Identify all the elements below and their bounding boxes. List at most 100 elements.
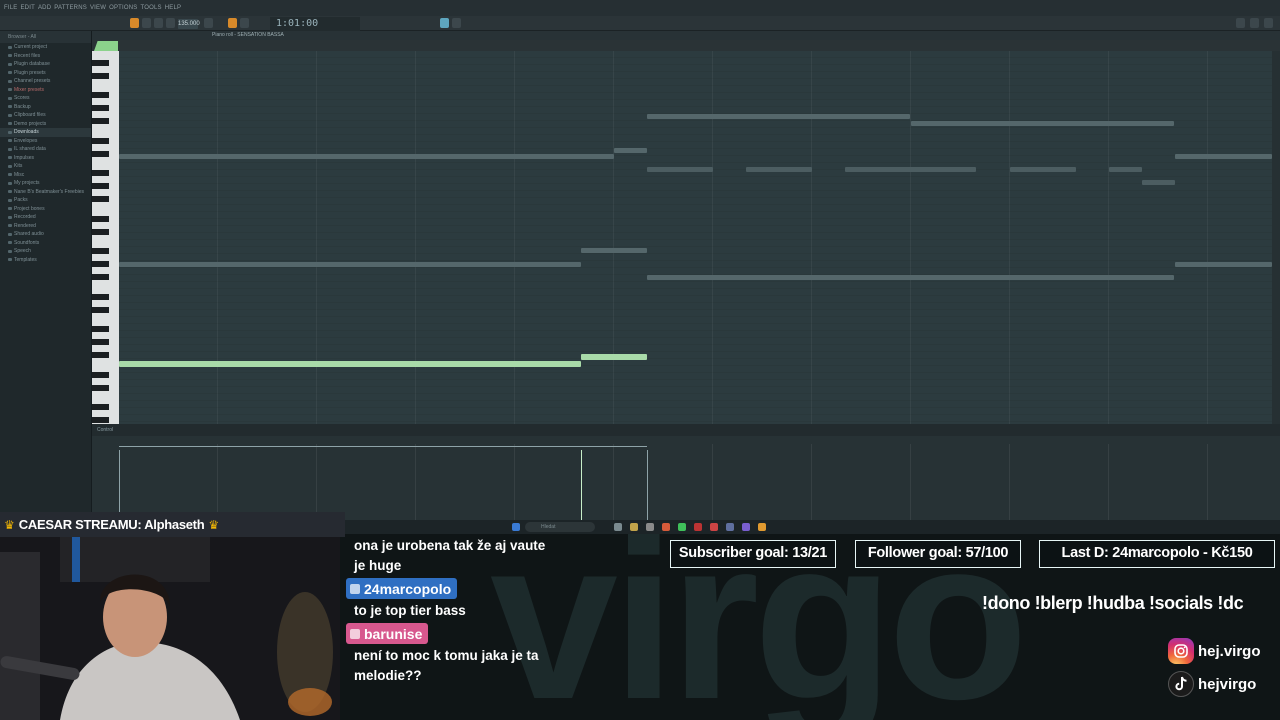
black-key[interactable] — [92, 371, 109, 378]
velocity-bar[interactable] — [119, 450, 120, 520]
folder-icon[interactable] — [630, 523, 638, 531]
browser-item[interactable]: Soundfonts — [0, 239, 91, 248]
black-key[interactable] — [92, 183, 109, 189]
menu-item-edit[interactable]: EDIT — [20, 5, 34, 11]
browser-item[interactable]: Packs — [0, 196, 91, 205]
black-key[interactable] — [92, 92, 109, 98]
black-key[interactable] — [92, 293, 109, 300]
browser-item[interactable]: Demo projects — [0, 120, 91, 129]
black-key[interactable] — [92, 105, 109, 111]
record-button[interactable] — [166, 18, 175, 28]
black-key[interactable] — [92, 248, 109, 254]
piano-keyboard[interactable] — [92, 51, 119, 424]
stop-button[interactable] — [154, 18, 163, 28]
browser-item[interactable]: Backup — [0, 103, 91, 112]
browser-item[interactable]: Channel presets — [0, 77, 91, 86]
channel-rack-icon[interactable] — [452, 18, 461, 28]
app-icon[interactable] — [726, 523, 734, 531]
pattern-song-toggle[interactable] — [130, 18, 139, 28]
velocity-lane[interactable] — [92, 436, 1280, 520]
menu-item-patterns[interactable]: PATTERNS — [54, 5, 87, 11]
screen: FILE EDIT ADD PATTERNS VIEW OPTIONS TOOLS HELP … — [0, 0, 1280, 720]
black-key[interactable] — [92, 72, 109, 79]
timeline-marker-icon[interactable] — [94, 41, 118, 51]
minimize-icon[interactable] — [1236, 18, 1245, 28]
snap-icon[interactable] — [228, 18, 237, 28]
black-key[interactable] — [92, 326, 109, 332]
browser-item[interactable]: Shared audio — [0, 230, 91, 239]
menu-item-tools[interactable]: TOOLS — [141, 5, 162, 11]
app-icon[interactable] — [614, 523, 622, 531]
black-key[interactable] — [92, 384, 109, 391]
browser-item[interactable]: Templates — [0, 256, 91, 265]
play-button[interactable] — [142, 18, 151, 28]
black-key[interactable] — [92, 215, 109, 222]
black-key[interactable] — [92, 306, 109, 313]
browser-item[interactable]: Scores — [0, 94, 91, 103]
loop-icon[interactable] — [240, 18, 249, 28]
black-key[interactable] — [92, 118, 109, 124]
black-key[interactable] — [92, 137, 109, 144]
black-key[interactable] — [92, 339, 109, 345]
note-grid[interactable] — [119, 51, 1272, 424]
menu-item-help[interactable]: HELP — [165, 5, 181, 11]
velocity-bar[interactable] — [581, 450, 582, 520]
close-icon[interactable] — [1264, 18, 1273, 28]
browser-item[interactable]: Kits — [0, 162, 91, 171]
black-key[interactable] — [92, 196, 109, 202]
browser-item[interactable]: Project bones — [0, 205, 91, 214]
black-key[interactable] — [92, 261, 109, 267]
black-key[interactable] — [92, 404, 109, 410]
menu-item-file[interactable]: FILE — [4, 5, 17, 11]
bass-note[interactable] — [581, 354, 647, 360]
black-key[interactable] — [92, 228, 109, 235]
crown-icon: ♛ — [4, 517, 15, 532]
browser-item[interactable]: Mixer presets — [0, 86, 91, 95]
browser-item[interactable]: Current project — [0, 43, 91, 52]
app-icon[interactable] — [710, 523, 718, 531]
menu-item-add[interactable]: ADD — [38, 5, 51, 11]
black-key[interactable] — [92, 170, 109, 176]
browser-item[interactable]: Envelopes — [0, 137, 91, 146]
browser-item[interactable]: Recent files — [0, 52, 91, 61]
mixer-icon[interactable] — [440, 18, 449, 28]
browser-item[interactable]: Plugin presets — [0, 69, 91, 78]
bass-note[interactable] — [119, 361, 581, 367]
browser-item[interactable]: IL shared data — [0, 145, 91, 154]
maximize-icon[interactable] — [1250, 18, 1259, 28]
chrome-icon[interactable] — [662, 523, 670, 531]
browser-item[interactable]: Nane B's Beatmaker's Freebies — [0, 188, 91, 197]
menu-item-view[interactable]: VIEW — [90, 5, 106, 11]
browser-item[interactable]: Plugin database — [0, 60, 91, 69]
piano-roll-toolbar — [92, 40, 1280, 51]
taskbar-search[interactable]: Hledat — [525, 522, 595, 532]
chat-username[interactable]: 24marcopolo — [346, 578, 458, 599]
black-key[interactable] — [92, 274, 109, 280]
app-icon[interactable] — [694, 523, 702, 531]
browser-item[interactable]: Rendered — [0, 222, 91, 231]
browser-item[interactable]: Impulses — [0, 154, 91, 163]
chat-username[interactable]: barunise — [346, 623, 429, 644]
browser-item[interactable]: Misc — [0, 171, 91, 180]
vertical-scrollbar[interactable] — [1272, 51, 1280, 424]
black-key[interactable] — [92, 417, 109, 423]
menu-item-options[interactable]: OPTIONS — [109, 5, 137, 11]
chat-username-row: barunise — [346, 621, 646, 646]
browser-item[interactable]: Downloads — [0, 128, 91, 137]
browser-item[interactable]: My projects — [0, 179, 91, 188]
metronome-icon[interactable] — [204, 18, 213, 28]
black-key[interactable] — [92, 150, 109, 157]
tempo-display[interactable]: 135.000 — [178, 19, 200, 29]
spotify-icon[interactable] — [678, 523, 686, 531]
discord-icon[interactable] — [742, 523, 750, 531]
browser-item[interactable]: Speech — [0, 247, 91, 256]
black-key[interactable] — [92, 352, 109, 358]
fl-studio-icon[interactable] — [758, 523, 766, 531]
ghost-note — [614, 148, 647, 153]
browser-item[interactable]: Clipboard files — [0, 111, 91, 120]
velocity-bar[interactable] — [647, 450, 648, 520]
windows-start-icon[interactable] — [512, 523, 520, 531]
browser-item[interactable]: Recorded — [0, 213, 91, 222]
app-icon[interactable] — [646, 523, 654, 531]
black-key[interactable] — [92, 59, 109, 66]
